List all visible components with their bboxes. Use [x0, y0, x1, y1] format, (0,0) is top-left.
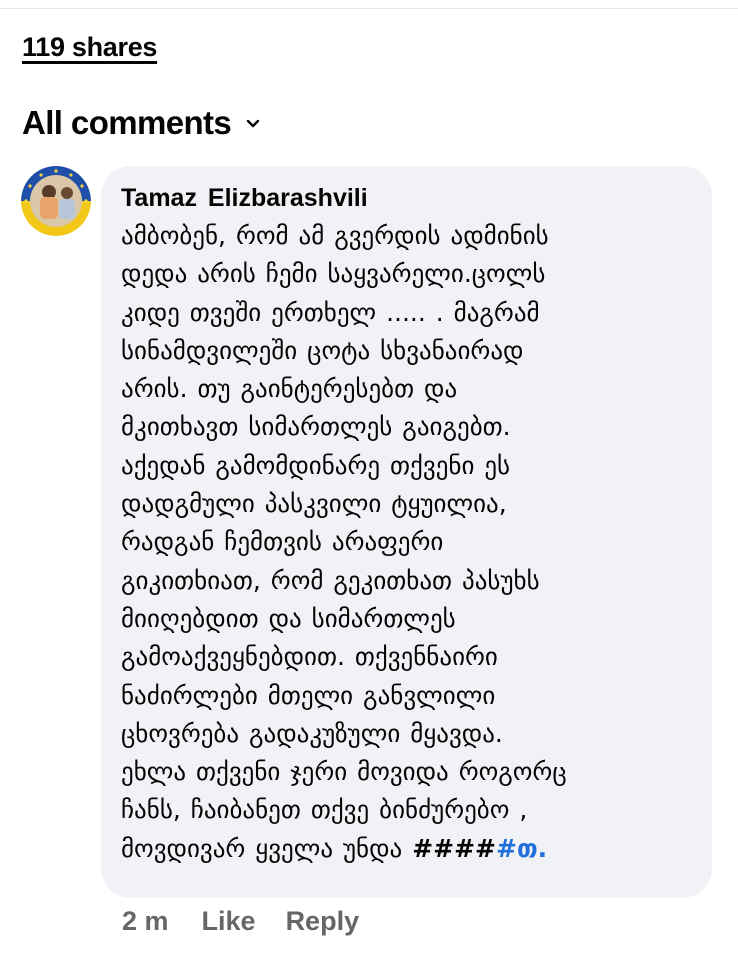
comment-text: ამბობენ, რომ ამ გვერდის ადმინის დედა არი… [121, 217, 692, 868]
avatar[interactable] [21, 166, 91, 236]
comment-author[interactable]: Tamaz Elizbarashvili [121, 184, 692, 213]
comment-line: დადგმული პასკვილი ტყუილია, [121, 489, 507, 519]
comments-filter-label: All comments [22, 104, 232, 141]
reply-button[interactable]: Reply [286, 906, 360, 937]
comment-line: ჩანს, ჩაიბანეთ თქვე ბინძურებო , [121, 795, 528, 825]
like-button[interactable]: Like [202, 906, 256, 937]
comment-line: ცხოვრება გადაკუზული მყავდა. [121, 718, 503, 748]
comments-filter-dropdown[interactable]: All comments [22, 104, 263, 142]
comment-line: გამოაქვეყნებდით. თქვენნაირი [121, 642, 498, 672]
comment-line: დედა არის ჩემი საყვარელი.ცოლს [121, 259, 546, 289]
comment-line-last: მოვდივარ ყველა უნდა #####თ. [121, 830, 692, 868]
comment-line: ნაძირლები მთელი განვლილი [121, 680, 496, 710]
comment-timestamp[interactable]: 2 m [122, 906, 169, 937]
comment-line: გიკითხიათ, რომ გეკითხათ პასუხს [121, 565, 540, 595]
comment-line: აქედან გამომდინარე თქვენი ეს [121, 450, 511, 480]
chevron-down-icon [246, 119, 260, 128]
comment-line: ამბობენ, რომ ამ გვერდის ადმინის [121, 221, 549, 250]
hash-text: #### [412, 833, 496, 863]
comment-line-prefix: მოვდივარ ყველა უნდა [121, 833, 413, 863]
comment-line: რადგან ჩემთვის არაფერი [121, 527, 444, 557]
comment-line: მიიღებდით და სიმართლეს [121, 603, 456, 633]
comment-bubble: Tamaz Elizbarashvili ამბობენ, რომ ამ გვე… [101, 166, 712, 898]
comment-line: არის. თუ გაინტერესებთ და [121, 374, 458, 404]
comment-actions: 2 m Like Reply [122, 906, 359, 937]
hashtag-link[interactable]: #თ. [496, 834, 547, 863]
comment-line: მკითხავთ სიმართლეს გაიგებთ. [121, 412, 511, 442]
avatar-image [21, 166, 91, 236]
comment-line: ეხლა თქვენი ჯერი მოვიდა როგორც [121, 757, 567, 787]
comment-line: კიდე თვეში ერთხელ ..... . მაგრამ [121, 297, 540, 327]
comment-line: სინამდვილეში ცოტა სხვანაირად [121, 335, 524, 365]
shares-count-link[interactable]: 119 shares [22, 32, 157, 63]
top-divider [0, 8, 738, 9]
